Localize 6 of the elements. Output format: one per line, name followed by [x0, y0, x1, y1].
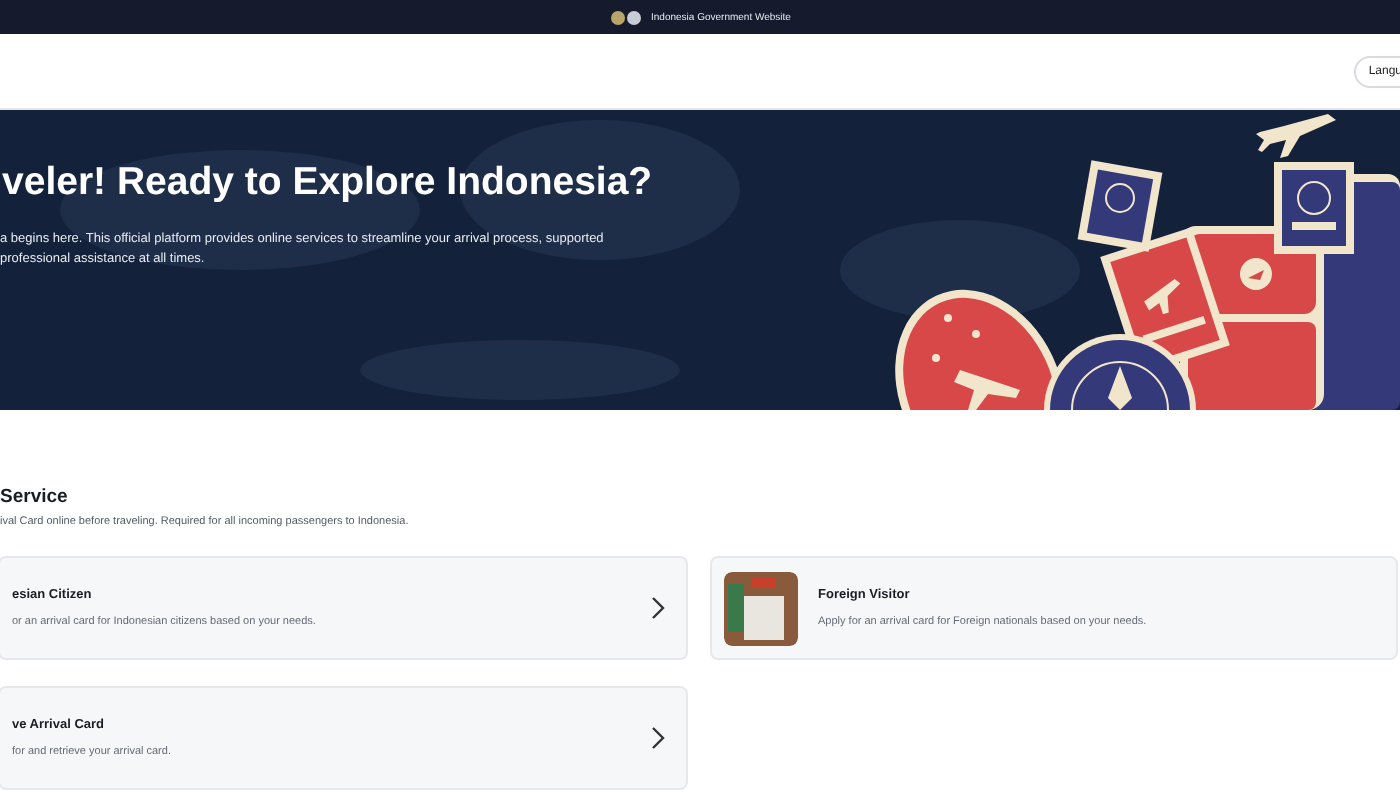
section-title: Service	[0, 486, 70, 508]
emblem-icon	[609, 9, 642, 25]
photo-placeholder	[724, 571, 798, 645]
hero-title: veler! Ready to Explore Indonesia?	[0, 160, 655, 206]
chevron-right-icon	[650, 726, 666, 750]
chevron-right-icon	[650, 596, 666, 620]
